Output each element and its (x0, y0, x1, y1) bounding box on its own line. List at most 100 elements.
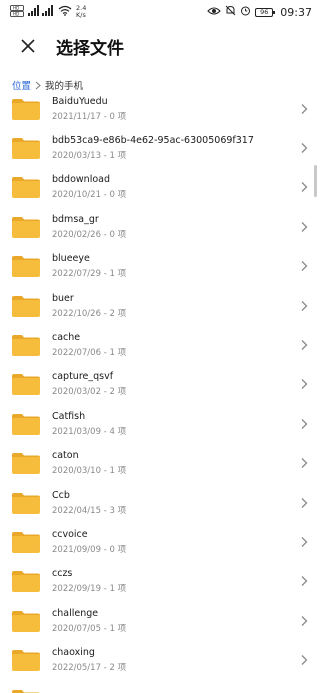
folder-row[interactable]: cczs 2022/09/19 - 1 项 (0, 562, 320, 601)
folder-row[interactable]: bddownload 2020/10/21 - 0 项 (0, 168, 320, 207)
folder-info: bdb53ca9-e86b-4e62-95ac-63005069f317 2020… (52, 135, 300, 161)
folder-meta: 2022/10/26 - 2 项 (52, 308, 127, 319)
chevron-right-icon (301, 418, 308, 429)
folder-meta: 2022/07/06 - 1 项 (52, 348, 127, 359)
chevron-right-icon (301, 576, 308, 587)
folder-info: bddownload 2020/10/21 - 0 项 (52, 174, 300, 200)
folder-icon (12, 689, 40, 693)
folder-info: cache 2022/07/06 - 1 项 (52, 332, 300, 358)
folder-row[interactable]: blueeye 2022/07/29 - 1 项 (0, 247, 320, 286)
chevron-right-icon (301, 340, 308, 350)
file-list: BaiduYuedu 2021/11/17 - 0 项 bdb53ca9-e86b-… (0, 89, 320, 693)
folder-meta: 2022/04/15 - 3 项 (52, 505, 127, 516)
folder-name: Ccb (52, 489, 70, 501)
folder-meta: 2020/07/05 - 1 项 (52, 623, 127, 634)
page-title: 选择文件 (56, 38, 124, 59)
folder-row[interactable]: ccvoice 2021/09/09 - 0 项 (0, 522, 320, 561)
folder-info: Catfish 2021/03/09 - 4 项 (52, 411, 300, 437)
folder-info: caton 2020/03/10 - 1 项 (52, 450, 300, 476)
folder-row[interactable]: Ccb 2022/04/15 - 3 项 (0, 483, 320, 522)
folder-icon (12, 98, 40, 120)
chevron-right-icon (301, 221, 308, 232)
folder-name: Catfish (52, 410, 86, 422)
folder-icon (12, 413, 40, 435)
folder-meta: 2020/10/21 - 0 项 (52, 190, 127, 201)
folder-row[interactable]: cache 2022/07/06 - 1 项 (0, 325, 320, 364)
chevron-right-icon (301, 537, 308, 547)
svg-text:HD: HD (13, 5, 19, 10)
folder-name: BaiduYuedu (52, 95, 108, 107)
folder-info: chaoxing 2022/05/17 - 2 项 (52, 647, 300, 673)
folder-info: capture_qsvf 2020/03/02 - 2 项 (52, 371, 300, 397)
folder-info: bdmsa_gr 2020/02/26 - 0 项 (52, 214, 300, 240)
folder-row[interactable]: capture_qsvf 2020/03/02 - 2 项 (0, 365, 320, 404)
folder-meta: 2020/03/10 - 1 项 (52, 466, 127, 477)
folder-name: cache (52, 332, 81, 344)
folder-info: blueeye 2022/07/29 - 1 项 (52, 253, 300, 279)
folder-icon (12, 650, 40, 672)
folder-name: buer (52, 292, 74, 304)
wifi-icon (58, 5, 72, 19)
clock: 09:37 (280, 5, 312, 19)
folder-meta: 2020/03/13 - 1 项 (52, 151, 127, 162)
chevron-right-icon (301, 615, 308, 626)
chevron-right-icon (301, 182, 308, 193)
close-icon (21, 39, 35, 53)
hd-icon: HD HD (10, 4, 24, 20)
folder-meta: 2022/07/29 - 1 项 (52, 269, 127, 280)
folder-name: bddownload (52, 174, 110, 186)
folder-meta: 2020/03/02 - 2 项 (52, 387, 127, 398)
close-button[interactable] (14, 32, 42, 60)
folder-name: bdmsa_gr (52, 213, 99, 225)
chevron-right-icon (301, 379, 308, 390)
folder-icon (12, 453, 40, 475)
svg-text:HD: HD (13, 11, 19, 16)
folder-name: chaoxing (52, 647, 95, 659)
folder-icon (12, 531, 40, 553)
chevron-right-icon (301, 497, 308, 508)
folder-row[interactable]: chinapost (0, 680, 320, 693)
folder-icon (12, 492, 40, 514)
header: 选择文件 (0, 24, 320, 68)
folder-icon (12, 571, 40, 593)
folder-row[interactable]: chaoxing 2022/05/17 - 2 项 (0, 640, 320, 679)
eye-icon (207, 6, 222, 19)
network-speed-unit: K/s (76, 11, 86, 19)
chevron-right-icon (301, 458, 308, 469)
folder-info: cczs 2022/09/19 - 1 项 (52, 568, 300, 594)
chevron-right-icon (301, 300, 308, 311)
status-bar: HD HD 2.4 K/s 96 09:37 (0, 0, 320, 24)
folder-icon (12, 295, 40, 317)
folder-icon (12, 256, 40, 278)
signal-icon (28, 5, 54, 19)
folder-row[interactable]: buer 2022/10/26 - 2 项 (0, 286, 320, 325)
folder-name: bdb53ca9-e86b-4e62-95ac-63005069f317 (52, 135, 254, 147)
folder-row[interactable]: Catfish 2021/03/09 - 4 项 (0, 404, 320, 443)
folder-name: blueeye (52, 253, 90, 265)
folder-row[interactable]: bdmsa_gr 2020/02/26 - 0 项 (0, 207, 320, 246)
battery-indicator: 96 (255, 7, 276, 17)
folder-info: ccvoice 2021/09/09 - 0 项 (52, 529, 300, 555)
folder-name: capture_qsvf (52, 371, 114, 383)
scrollbar-thumb[interactable] (314, 165, 317, 197)
folder-icon (12, 610, 40, 632)
folder-meta: 2021/09/09 - 0 项 (52, 544, 127, 555)
status-bar-left: HD HD 2.4 K/s (10, 5, 86, 20)
folder-meta: 2020/02/26 - 0 项 (52, 229, 127, 240)
folder-name: cczs (52, 568, 73, 580)
status-bar-right: 96 09:37 (207, 5, 312, 19)
folder-name: caton (52, 450, 79, 462)
alarm-icon (240, 5, 251, 19)
folder-info: buer 2022/10/26 - 2 项 (52, 293, 300, 319)
mute-icon (225, 5, 236, 19)
folder-row[interactable]: BaiduYuedu 2021/11/17 - 0 项 (0, 89, 320, 128)
folder-icon (12, 216, 40, 238)
folder-info: challenge 2020/07/05 - 1 项 (52, 608, 300, 634)
folder-row[interactable]: bdb53ca9-e86b-4e62-95ac-63005069f317 2020… (0, 128, 320, 167)
network-speed: 2.4 K/s (76, 5, 86, 19)
folder-icon (12, 138, 40, 160)
folder-icon (12, 177, 40, 199)
folder-name: ccvoice (52, 528, 88, 540)
folder-row[interactable]: challenge 2020/07/05 - 1 项 (0, 601, 320, 640)
folder-row[interactable]: caton 2020/03/10 - 1 项 (0, 444, 320, 483)
